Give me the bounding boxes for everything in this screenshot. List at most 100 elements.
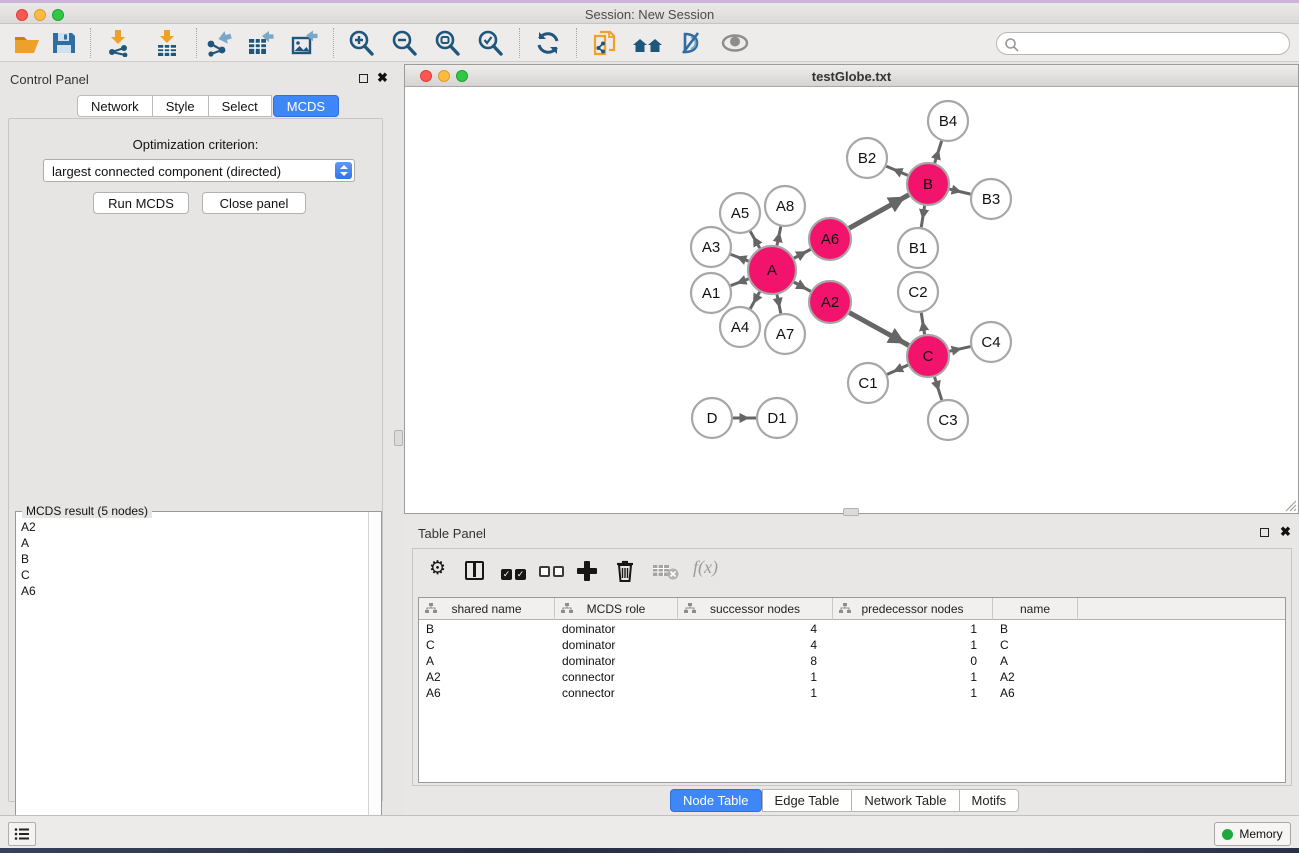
float-panel-icon[interactable]: [359, 74, 368, 83]
close-panel-button[interactable]: Close panel: [202, 192, 306, 214]
export-network-icon[interactable]: [204, 29, 234, 59]
split-columns-icon[interactable]: [465, 561, 484, 580]
graph-node[interactable]: A7: [765, 314, 805, 354]
network-canvas[interactable]: A A1 A2 A3 A4 A5 A6 A7 A8 B B1 B2 B3B4 C C1 C2 C3C4 D D1: [405, 87, 1298, 513]
graph-node[interactable]: B: [907, 163, 949, 205]
graph-edge[interactable]: [921, 206, 924, 228]
graph-node[interactable]: B4: [928, 101, 968, 141]
graph-node[interactable]: A1: [691, 273, 731, 313]
graph-node[interactable]: B3: [971, 179, 1011, 219]
graph-node[interactable]: C3: [928, 400, 968, 440]
graph-edge[interactable]: [921, 313, 924, 335]
clone-network-icon[interactable]: [592, 29, 622, 59]
graph-edge[interactable]: [777, 227, 781, 246]
tab-network[interactable]: Network: [77, 95, 152, 117]
graph-node[interactable]: A: [748, 246, 796, 294]
graph-node[interactable]: D: [692, 398, 732, 438]
graph-edge[interactable]: [731, 254, 749, 261]
graph-node[interactable]: D1: [757, 398, 797, 438]
list-item[interactable]: A6: [16, 583, 381, 599]
graph-edge[interactable]: [750, 292, 759, 309]
table-row[interactable]: B dominator 4 1 B: [419, 621, 1285, 637]
search-input[interactable]: [1023, 34, 1283, 53]
graph-node[interactable]: A6: [809, 218, 851, 260]
delete-column-icon[interactable]: [615, 559, 635, 588]
column-header-predecessor-nodes[interactable]: predecessor nodes: [833, 598, 993, 620]
graph-edge[interactable]: [849, 313, 908, 346]
graph-node[interactable]: C1: [848, 363, 888, 403]
graph-node[interactable]: B1: [898, 228, 938, 268]
column-header-successor-nodes[interactable]: successor nodes: [678, 598, 833, 620]
import-table-icon[interactable]: [153, 29, 183, 59]
graph-edge[interactable]: [949, 189, 970, 194]
task-history-button[interactable]: [8, 822, 36, 846]
memory-button[interactable]: Memory: [1214, 822, 1291, 846]
table-row[interactable]: A6 connector 1 1 A6: [419, 685, 1285, 701]
graph-edge[interactable]: [886, 166, 907, 175]
tab-edge-table[interactable]: Edge Table: [762, 789, 852, 812]
graph-edge[interactable]: [935, 377, 942, 400]
table-row[interactable]: A2 connector 1 1 A2: [419, 669, 1285, 685]
zoom-selected-icon[interactable]: [476, 29, 506, 59]
resize-grip-icon[interactable]: [1283, 498, 1297, 512]
export-image-icon[interactable]: [291, 29, 321, 59]
graph-edge[interactable]: [935, 141, 942, 163]
graph-edge[interactable]: [849, 195, 909, 228]
list-item[interactable]: B: [16, 551, 381, 567]
delete-table-icon[interactable]: [653, 563, 681, 586]
tab-select[interactable]: Select: [208, 95, 272, 117]
graph-node[interactable]: C2: [898, 272, 938, 312]
graph-edge[interactable]: [949, 347, 970, 352]
zoom-out-icon[interactable]: [390, 29, 420, 59]
column-header-name[interactable]: name: [993, 598, 1078, 620]
graph-node[interactable]: B2: [847, 138, 887, 178]
graph-edge[interactable]: [750, 231, 759, 248]
hide-graphics-details-icon[interactable]: [676, 29, 706, 59]
graph-node[interactable]: A8: [765, 186, 805, 226]
list-item[interactable]: C: [16, 567, 381, 583]
open-session-icon[interactable]: [13, 29, 43, 59]
tab-mcds[interactable]: MCDS: [273, 95, 339, 117]
column-header-shared-name[interactable]: shared name: [419, 598, 555, 620]
tab-network-table[interactable]: Network Table: [851, 789, 958, 812]
vertical-splitter-handle[interactable]: [394, 430, 403, 446]
optimization-criterion-select[interactable]: largest connected component (directed): [43, 159, 355, 182]
graph-node[interactable]: A5: [720, 193, 760, 233]
import-network-icon[interactable]: [104, 29, 134, 59]
float-panel-icon[interactable]: [1260, 528, 1269, 537]
list-item[interactable]: A2: [16, 519, 381, 535]
apply-layout-icon[interactable]: [534, 29, 564, 59]
deselect-all-icon[interactable]: [539, 564, 567, 582]
graph-node[interactable]: C: [907, 335, 949, 377]
graph-node[interactable]: A2: [809, 281, 851, 323]
graph-node[interactable]: C4: [971, 322, 1011, 362]
tab-motifs[interactable]: Motifs: [959, 789, 1020, 812]
settings-gear-icon[interactable]: ⚙: [429, 558, 446, 579]
close-panel-icon[interactable]: ✖: [377, 73, 388, 82]
graph-node[interactable]: A4: [720, 307, 760, 347]
graph-node[interactable]: A3: [691, 227, 731, 267]
home-icon[interactable]: [632, 29, 662, 59]
horizontal-splitter-handle[interactable]: [843, 508, 859, 516]
graph-edge[interactable]: [731, 279, 749, 286]
graph-edge[interactable]: [794, 282, 811, 291]
show-graphics-details-icon[interactable]: [720, 29, 750, 59]
zoom-in-icon[interactable]: [347, 29, 377, 59]
tab-node-table[interactable]: Node Table: [670, 789, 762, 812]
save-session-icon[interactable]: [50, 29, 80, 59]
graph-edge[interactable]: [794, 249, 811, 258]
list-item[interactable]: A: [16, 535, 381, 551]
zoom-fit-icon[interactable]: [433, 29, 463, 59]
add-column-icon[interactable]: [577, 561, 597, 581]
scrollbar[interactable]: [368, 512, 381, 847]
select-all-icon[interactable]: ✓✓: [501, 564, 529, 582]
graph-edge[interactable]: [777, 294, 781, 313]
close-panel-icon[interactable]: ✖: [1280, 527, 1291, 536]
tab-style[interactable]: Style: [152, 95, 208, 117]
table-row[interactable]: A dominator 8 0 A: [419, 653, 1285, 669]
column-header-mcds-role[interactable]: MCDS role: [555, 598, 678, 620]
export-table-icon[interactable]: [247, 29, 277, 59]
table-row[interactable]: C dominator 4 1 C: [419, 637, 1285, 653]
graph-edge[interactable]: [887, 365, 908, 374]
run-mcds-button[interactable]: Run MCDS: [93, 192, 189, 214]
